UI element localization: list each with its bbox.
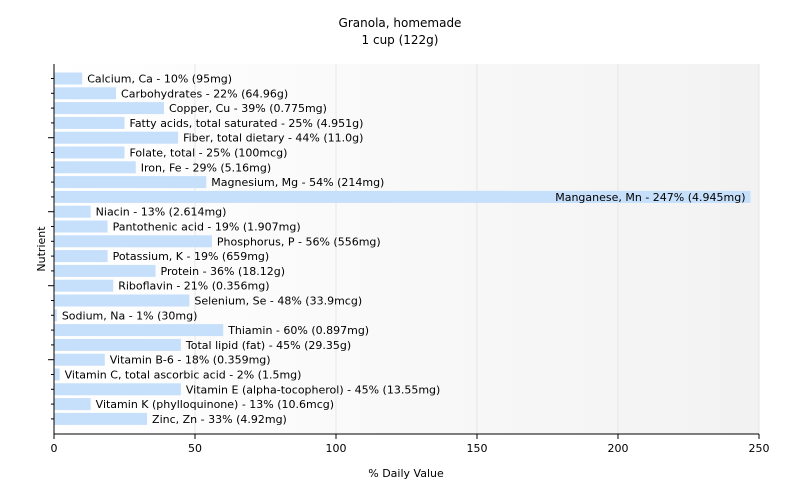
x-tick-label: 150	[467, 442, 488, 455]
bar	[54, 146, 125, 159]
bar-label: Sodium, Na - 1% (30mg)	[62, 309, 198, 322]
chart-title: Granola, homemade	[339, 16, 462, 30]
chart-subtitle: 1 cup (122g)	[362, 33, 439, 47]
x-axis-label: % Daily Value	[368, 467, 444, 480]
x-tick-label: 50	[188, 442, 202, 455]
bar	[54, 324, 224, 337]
x-tick-label: 0	[51, 442, 58, 455]
bar-label: Vitamin B-6 - 18% (0.359mg)	[110, 354, 271, 367]
bar-label: Zinc, Zn - 33% (4.92mg)	[152, 413, 287, 426]
bar-label: Protein - 36% (18.12g)	[161, 265, 286, 278]
bar-label: Vitamin C, total ascorbic acid - 2% (1.5…	[65, 369, 302, 382]
bar-label: Calcium, Ca - 10% (95mg)	[87, 73, 232, 86]
bar	[54, 383, 181, 396]
x-tick-label: 100	[326, 442, 347, 455]
chart-container: Calcium, Ca - 10% (95mg) Carbohydrates - …	[0, 0, 800, 500]
bar	[54, 220, 108, 233]
bar-label: Folate, total - 25% (100mcg)	[130, 147, 288, 160]
bar	[54, 264, 156, 277]
bar-label: Phosphorus, P - 56% (556mg)	[217, 235, 381, 248]
bar	[54, 116, 125, 129]
bar-label: Potassium, K - 19% (659mg)	[113, 250, 270, 263]
bar-label: Copper, Cu - 39% (0.775mg)	[169, 102, 327, 115]
bar	[54, 279, 114, 292]
bar	[54, 102, 164, 115]
bar	[54, 368, 60, 381]
bar-label: Riboflavin - 21% (0.356mg)	[118, 280, 269, 293]
x-tick-label: 200	[608, 442, 629, 455]
bar-label: Carbohydrates - 22% (64.96g)	[121, 87, 288, 100]
bar-label: Vitamin K (phylloquinone) - 13% (10.6mcg…	[96, 398, 334, 411]
bar-label: Fatty acids, total saturated - 25% (4.95…	[130, 117, 364, 130]
bar	[54, 353, 105, 366]
bar	[54, 176, 207, 189]
bar-label: Iron, Fe - 29% (5.16mg)	[141, 161, 271, 174]
bar	[54, 87, 117, 100]
bar-label: Thiamin - 60% (0.897mg)	[227, 324, 369, 337]
bar	[54, 294, 190, 307]
bar	[54, 205, 91, 218]
bar	[54, 72, 83, 85]
x-tick-label: 250	[749, 442, 770, 455]
bar	[54, 161, 136, 174]
y-axis-label: Nutrient	[35, 226, 48, 272]
bar-label: Fiber, total dietary - 44% (11.0g)	[183, 132, 363, 145]
nutrient-bar-chart: Calcium, Ca - 10% (95mg)Carbohydrates - …	[35, 16, 770, 480]
bar-label: Total lipid (fat) - 45% (29.35g)	[185, 339, 351, 352]
bar-label: Selenium, Se - 48% (33.9mcg)	[194, 295, 362, 308]
bar-label: Manganese, Mn - 247% (4.945mg)	[555, 191, 745, 204]
bar-label: Pantothenic acid - 19% (1.907mg)	[113, 221, 301, 234]
bar	[54, 412, 148, 425]
bar	[54, 338, 181, 351]
bar-label: Vitamin E (alpha-tocopherol) - 45% (13.5…	[186, 383, 440, 396]
bar	[54, 235, 212, 248]
bar-label: Niacin - 13% (2.614mg)	[96, 206, 227, 219]
bar-label: Magnesium, Mg - 54% (214mg)	[211, 176, 384, 189]
bar	[54, 250, 108, 263]
bar	[54, 398, 91, 411]
bar	[54, 131, 179, 144]
